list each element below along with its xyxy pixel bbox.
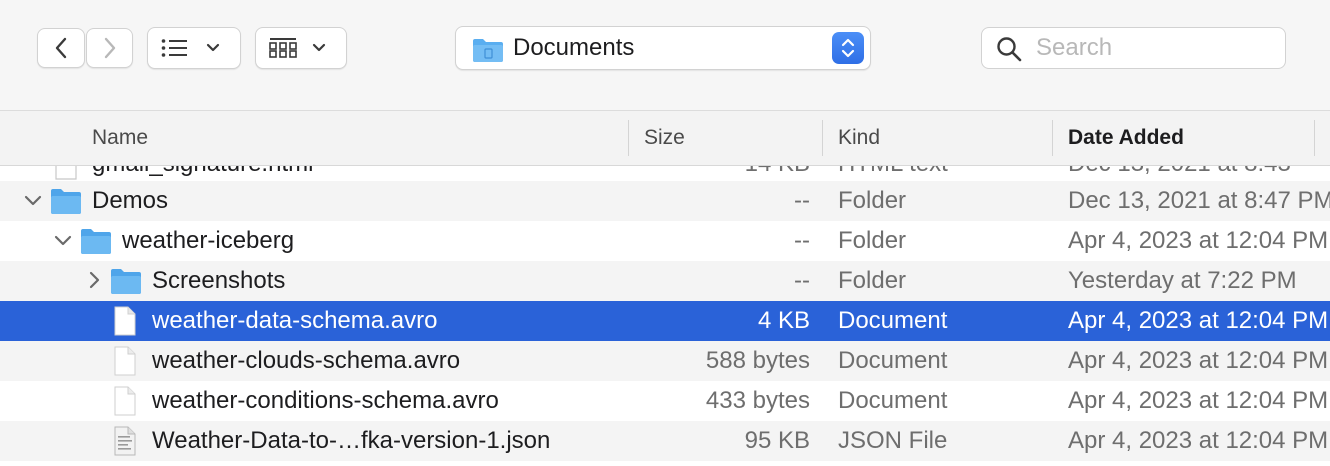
folder-icon [473, 39, 503, 62]
file-size: 4 KB [757, 307, 810, 334]
chevron-down-icon [312, 43, 326, 52]
file-name: weather-clouds-schema.avro [152, 347, 461, 374]
list-row[interactable]: weather-clouds-schema.avro 588 bytes Doc… [0, 341, 1330, 381]
list-row[interactable]: Weather-Data-to-…fka-version-1.json 95 K… [0, 421, 1330, 461]
folder-icon [111, 269, 141, 294]
column-divider[interactable] [1314, 120, 1315, 156]
file-date-added: Apr 4, 2023 at 12:04 PM [1068, 427, 1329, 454]
file-size: 433 bytes [705, 387, 810, 414]
disclosure-collapsed-icon[interactable] [88, 271, 102, 289]
file-date-added: Yesterday at 7:22 PM [1068, 267, 1297, 294]
file-name: weather-conditions-schema.avro [152, 387, 499, 414]
file-size: -- [794, 187, 810, 214]
file-kind: Document [838, 307, 948, 334]
file-size: 588 bytes [705, 347, 810, 374]
popup-stepper[interactable] [832, 32, 864, 64]
document-icon [114, 306, 136, 336]
list-view-button[interactable] [147, 27, 241, 69]
file-kind: Folder [838, 227, 907, 254]
json-file-icon [114, 426, 136, 456]
file-size: 95 KB [744, 427, 810, 454]
forward-button[interactable] [86, 28, 133, 68]
list-row[interactable]: Screenshots -- Folder Yesterday at 7:22 … [0, 261, 1330, 301]
file-name: Weather-Data-to-…fka-version-1.json [152, 427, 551, 454]
list-row[interactable]: weather-iceberg -- Folder Apr 4, 2023 at… [0, 221, 1330, 261]
column-divider[interactable] [628, 120, 629, 156]
document-icon [114, 346, 136, 376]
search-field[interactable] [981, 27, 1286, 69]
grid-view-icon [269, 38, 326, 58]
file-kind: JSON File [838, 427, 948, 454]
folder-icon [51, 189, 81, 214]
list-row[interactable]: Demos -- Folder Dec 13, 2021 at 8:47 PM [0, 181, 1330, 221]
file-date-added: Apr 4, 2023 at 12:04 PM [1068, 307, 1329, 334]
file-date-added: Apr 4, 2023 at 12:04 PM [1068, 227, 1329, 254]
file-date-added: Apr 4, 2023 at 12:04 PM [1068, 387, 1329, 414]
file-size: -- [794, 227, 810, 254]
column-header-name[interactable]: Name [92, 111, 148, 165]
column-divider[interactable] [822, 120, 823, 156]
chevron-down-icon [206, 43, 220, 52]
group-view-button[interactable] [255, 27, 347, 69]
file-name: Demos [92, 187, 169, 214]
file-name: weather-data-schema.avro [152, 307, 438, 334]
back-button[interactable] [37, 28, 85, 68]
file-date-added: Dec 13, 2021 at 8:47 PM [1068, 187, 1330, 214]
column-header-size[interactable]: Size [644, 111, 685, 165]
document-icon [55, 166, 77, 180]
path-label: Documents [513, 34, 635, 61]
list-row[interactable]: weather-conditions-schema.avro 433 bytes… [0, 381, 1330, 421]
list-view-icon [161, 39, 220, 57]
path-popup[interactable]: Documents [455, 26, 871, 70]
file-date-added: Apr 4, 2023 at 12:04 PM [1068, 347, 1329, 374]
column-divider[interactable] [1052, 120, 1053, 156]
column-header-date-added[interactable]: Date Added [1068, 111, 1184, 165]
list-row-selected[interactable]: weather-data-schema.avro 4 KB Document A… [0, 301, 1330, 341]
disclosure-expanded-icon[interactable] [54, 234, 72, 248]
file-list: gmail_signature.html 14 KB HTML text Dec… [0, 166, 1330, 466]
file-kind: Document [838, 347, 948, 374]
column-header: Name Size Kind Date Added [0, 111, 1330, 166]
search-input[interactable] [1036, 34, 1266, 62]
column-header-kind[interactable]: Kind [838, 111, 880, 165]
file-name: weather-iceberg [122, 227, 295, 254]
toolbar: Documents [0, 0, 1330, 111]
up-down-chevron-icon [841, 38, 855, 58]
chevron-right-icon [104, 37, 115, 59]
chevron-left-icon [55, 37, 67, 59]
folder-icon [81, 229, 111, 254]
file-name: Screenshots [152, 267, 286, 294]
file-kind: Folder [838, 187, 907, 214]
search-icon [997, 37, 1022, 62]
file-kind: Folder [838, 267, 907, 294]
file-kind: Document [838, 387, 948, 414]
disclosure-expanded-icon[interactable] [24, 194, 42, 208]
file-size: -- [794, 267, 810, 294]
document-icon [114, 386, 136, 416]
